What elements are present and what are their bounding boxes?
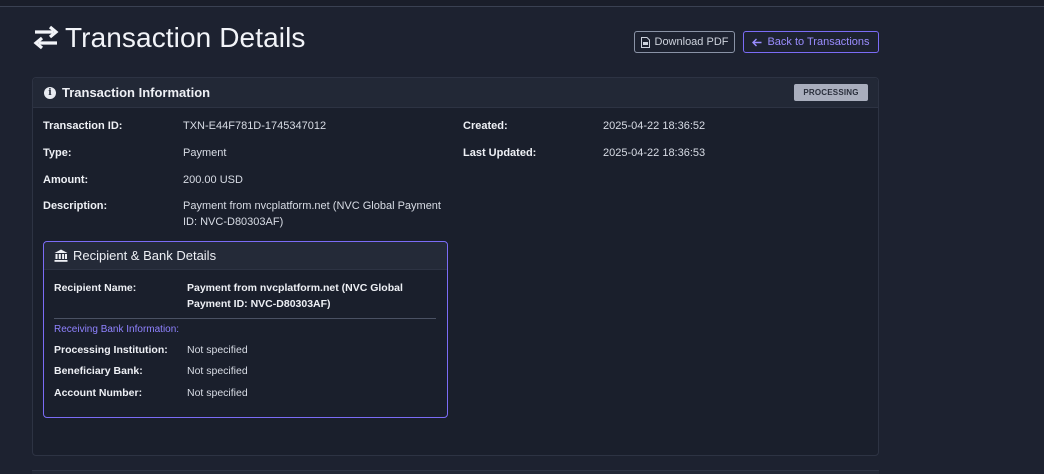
transaction-info-card: i Transaction Information PROCESSING Tra… — [32, 77, 879, 456]
recipient-header: Recipient & Bank Details — [44, 242, 447, 270]
page-header: Transaction Details — [31, 22, 306, 54]
created-label: Created: — [463, 120, 508, 132]
top-nav-bar — [0, 0, 1044, 7]
next-card-edge — [32, 470, 879, 474]
transaction-id-label: Transaction ID: — [43, 120, 123, 132]
card-header: i Transaction Information PROCESSING — [33, 78, 878, 108]
type-label: Type: — [43, 147, 72, 159]
info-icon: i — [44, 86, 56, 99]
divider — [54, 318, 436, 319]
file-pdf-icon — [640, 36, 650, 48]
beneficiary-bank-label: Beneficiary Bank: — [54, 365, 143, 377]
account-number-value: Not specified — [187, 387, 248, 399]
card-title: Transaction Information — [62, 85, 211, 100]
description-value: Payment from nvcplatform.net (NVC Global… — [183, 200, 441, 228]
arrow-left-icon — [752, 38, 762, 47]
last-updated-label: Last Updated: — [463, 147, 537, 159]
amount-value: 200.00 USD — [183, 174, 243, 186]
recipient-name-label: Recipient Name: — [54, 282, 137, 294]
last-updated-value: 2025-04-22 18:36:53 — [603, 147, 706, 159]
swap-arrows-icon — [31, 23, 61, 53]
status-badge: PROCESSING — [794, 84, 868, 101]
recipient-title: Recipient & Bank Details — [73, 248, 217, 263]
download-pdf-button[interactable]: Download PDF — [634, 31, 735, 53]
back-label: Back to Transactions — [767, 36, 870, 48]
back-to-transactions-button[interactable]: Back to Transactions — [743, 31, 879, 53]
description-label: Description: — [43, 200, 108, 212]
download-pdf-label: Download PDF — [654, 36, 729, 48]
beneficiary-bank-value: Not specified — [187, 365, 248, 377]
recipient-name-value: Payment from nvcplatform.net (NVC Global… — [187, 282, 403, 310]
type-value: Payment — [183, 147, 227, 159]
page-title: Transaction Details — [65, 22, 306, 53]
account-number-label: Account Number: — [54, 387, 143, 399]
receiving-bank-label: Receiving Bank Information: — [54, 324, 180, 335]
processing-institution-value: Not specified — [187, 344, 248, 356]
processing-institution-label: Processing Institution: — [54, 344, 168, 356]
recipient-bank-details: Recipient & Bank Details Recipient Name:… — [43, 241, 448, 418]
bank-icon — [54, 249, 68, 262]
transaction-id-value: TXN-E44F781D-1745347012 — [183, 120, 327, 132]
amount-label: Amount: — [43, 174, 89, 186]
created-value: 2025-04-22 18:36:52 — [603, 120, 706, 132]
